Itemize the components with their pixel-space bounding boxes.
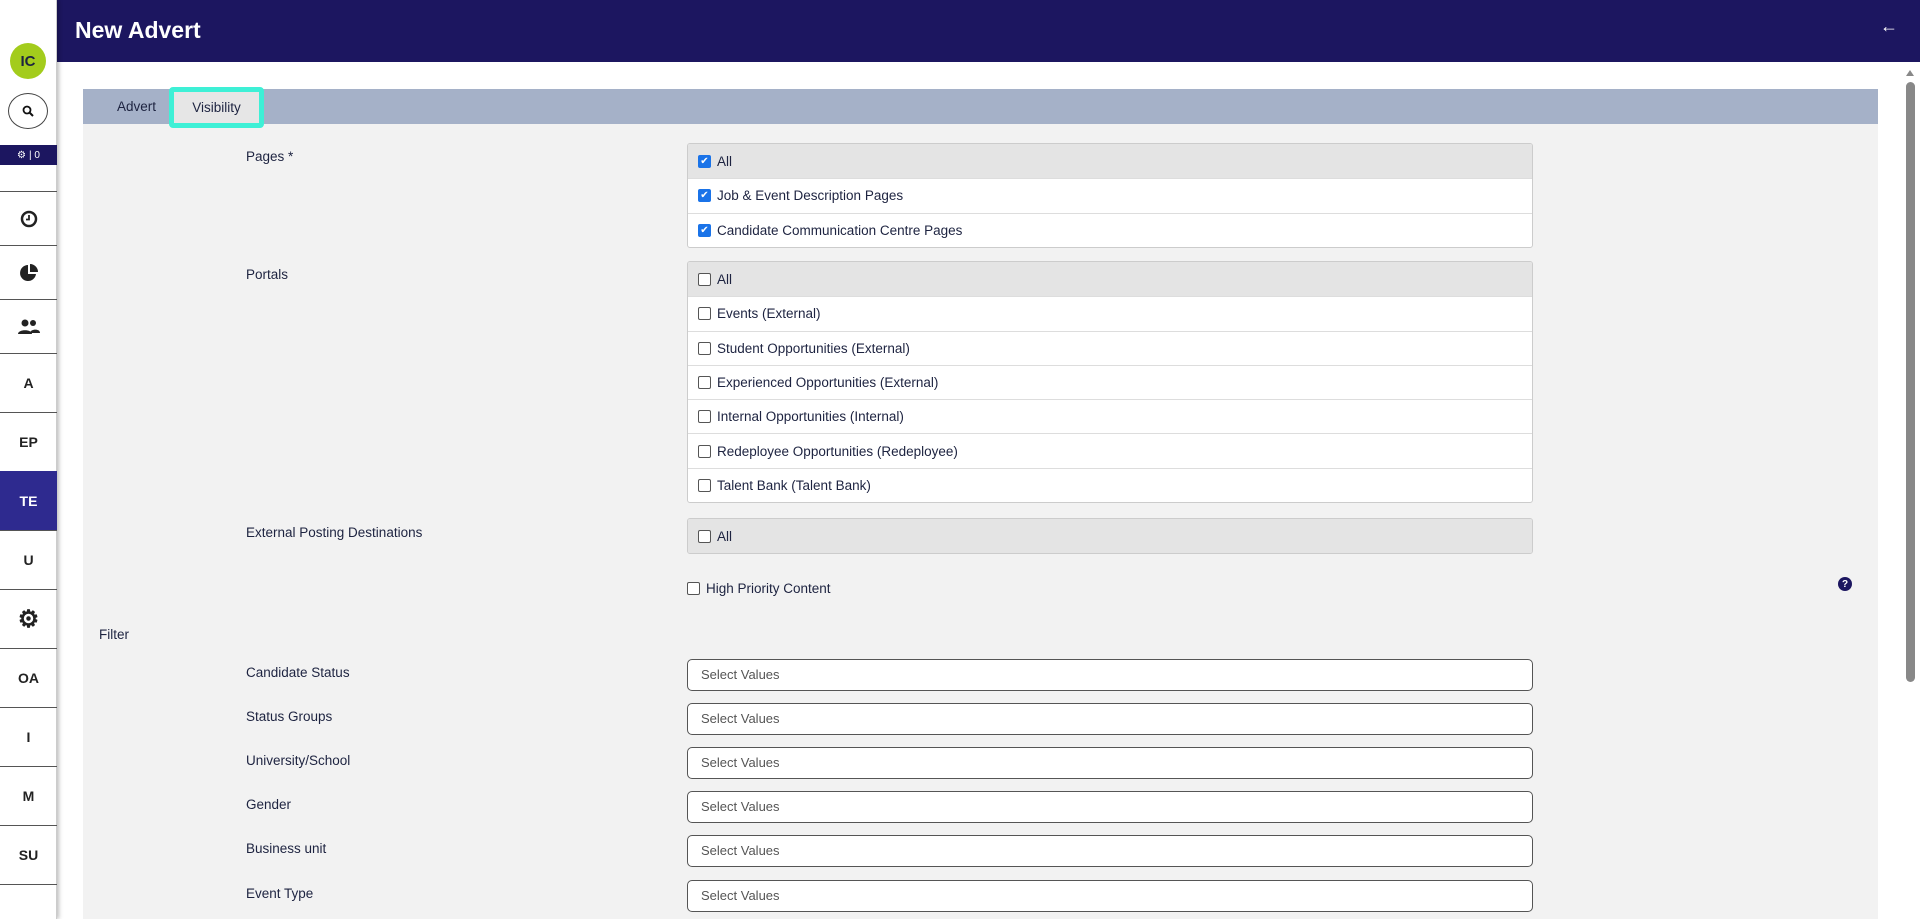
- checkbox-row[interactable]: Experienced Opportunities (External): [688, 364, 1532, 399]
- checkbox-label: Candidate Communication Centre Pages: [717, 222, 963, 238]
- checkbox[interactable]: [698, 529, 711, 543]
- external-posting-checkbox-group: All: [687, 518, 1533, 555]
- scrollbar[interactable]: [1906, 70, 1915, 919]
- notification-count: | 0: [29, 149, 40, 161]
- users-icon: [17, 319, 40, 334]
- university-select[interactable]: Select Values: [687, 747, 1533, 779]
- checkbox-checked[interactable]: ✔: [698, 223, 711, 237]
- sidebar-item-u[interactable]: U: [0, 530, 57, 589]
- sidebar-item-oa[interactable]: OA: [0, 648, 57, 707]
- business-unit-select[interactable]: Select Values: [687, 835, 1533, 867]
- university-label: University/School: [246, 753, 351, 768]
- tab-bar: Advert Visibility: [83, 87, 1878, 128]
- sidebar-item-more[interactable]: [0, 884, 57, 919]
- checkbox[interactable]: [698, 444, 711, 458]
- gender-select[interactable]: Select Values: [687, 791, 1533, 823]
- notifications-badge[interactable]: ⚙ | 0: [0, 145, 57, 165]
- avatar[interactable]: IC: [10, 43, 46, 79]
- checkbox-row[interactable]: Events (External): [688, 296, 1532, 330]
- sidebar-item-users[interactable]: [0, 299, 57, 353]
- page-title: New Advert: [75, 17, 201, 43]
- gear-icon: ⚙: [17, 605, 40, 633]
- checkbox[interactable]: [698, 478, 711, 492]
- pages-checkbox-group: ✔ All ✔ Job & Event Description Pages ✔ Can…: [687, 143, 1533, 248]
- search-button[interactable]: [8, 93, 48, 129]
- tab-visibility[interactable]: Visibility: [169, 87, 264, 128]
- candidate-status-select[interactable]: Select Values: [687, 659, 1533, 691]
- candidate-status-label: Candidate Status: [246, 665, 350, 680]
- event-type-label: Event Type: [246, 886, 314, 901]
- checkbox-label: All: [717, 271, 733, 287]
- search-icon: [22, 105, 34, 117]
- checkbox-checked[interactable]: ✔: [698, 189, 711, 203]
- checkbox[interactable]: [698, 376, 711, 390]
- checkbox-label: Experienced Opportunities (External): [717, 375, 939, 391]
- checkbox-row[interactable]: Redeployee Opportunities (Redeployee): [688, 433, 1532, 467]
- pie-chart-icon: [19, 263, 38, 281]
- sidebar-item-su[interactable]: SU: [0, 825, 57, 884]
- checkbox-label: All: [717, 528, 733, 544]
- gear-icon: ⚙: [17, 149, 27, 161]
- scroll-up-arrow-icon[interactable]: [1906, 70, 1914, 76]
- help-icon[interactable]: ?: [1838, 577, 1852, 591]
- page-header: New Advert ←: [57, 0, 1920, 62]
- portals-checkbox-group: All Events (External) Student Opportunit…: [687, 261, 1533, 504]
- checkbox-label: Internal Opportunities (Internal): [717, 409, 904, 425]
- checkbox[interactable]: [698, 307, 711, 321]
- clock-icon: [20, 210, 37, 227]
- scrollbar-thumb[interactable]: [1906, 82, 1915, 682]
- portals-label: Portals: [246, 267, 289, 282]
- checkbox-label: Redeployee Opportunities (Redeployee): [717, 443, 958, 459]
- checkbox[interactable]: [698, 410, 711, 424]
- gender-label: Gender: [246, 797, 292, 812]
- sidebar-item-te[interactable]: TE: [0, 471, 57, 530]
- checkbox-row[interactable]: Student Opportunities (External): [688, 330, 1532, 365]
- sidebar-item-settings[interactable]: ⚙: [0, 589, 57, 648]
- status-groups-label: Status Groups: [246, 709, 333, 724]
- status-groups-select[interactable]: Select Values: [687, 703, 1533, 735]
- sidebar-item-a[interactable]: A: [0, 353, 57, 412]
- back-arrow-icon[interactable]: ←: [1880, 16, 1898, 37]
- form-panel: Advert Visibility Pages * ✔ All ✔ Job & Ev…: [83, 87, 1878, 919]
- sidebar-item-i[interactable]: I: [0, 707, 57, 766]
- checkbox[interactable]: [698, 272, 711, 286]
- event-type-select[interactable]: Select Values: [687, 880, 1533, 912]
- sidebar-item-m[interactable]: M: [0, 766, 57, 825]
- checkbox-label: Talent Bank (Talent Bank): [717, 477, 871, 493]
- checkbox-row[interactable]: ✔ All: [688, 144, 1532, 179]
- checkbox-row[interactable]: Talent Bank (Talent Bank): [688, 467, 1532, 502]
- checkbox[interactable]: [698, 341, 711, 355]
- checkbox-row[interactable]: All: [688, 262, 1532, 297]
- checkbox-row[interactable]: ✔ Job & Event Description Pages: [688, 178, 1532, 212]
- sidebar-item-reports[interactable]: [0, 245, 57, 299]
- checkbox-label: Job & Event Description Pages: [717, 188, 904, 204]
- pages-label: Pages *: [246, 149, 294, 164]
- sidebar: IC ⚙ | 0 A EP TE U ⚙ OA I M SU: [0, 0, 57, 919]
- business-unit-label: Business unit: [246, 841, 327, 856]
- checkbox-row[interactable]: Internal Opportunities (Internal): [688, 399, 1532, 433]
- checkbox-label: Student Opportunities (External): [717, 340, 910, 356]
- checkbox-row[interactable]: ✔ Candidate Communication Centre Pages: [688, 212, 1532, 247]
- filter-heading: Filter: [99, 627, 129, 642]
- checkbox-row[interactable]: All: [688, 519, 1532, 554]
- external-posting-label: External Posting Destinations: [246, 525, 423, 540]
- sidebar-item-ep[interactable]: EP: [0, 412, 57, 471]
- high-priority-checkbox[interactable]: High Priority Content: [687, 581, 831, 596]
- checkbox-label: Events (External): [717, 306, 821, 322]
- sidebar-item-history[interactable]: [0, 191, 57, 245]
- checkbox-checked[interactable]: ✔: [698, 154, 711, 168]
- checkbox-label: High Priority Content: [706, 581, 831, 596]
- checkbox[interactable]: [687, 582, 700, 595]
- tab-advert[interactable]: Advert: [117, 89, 156, 124]
- checkbox-label: All: [717, 153, 733, 169]
